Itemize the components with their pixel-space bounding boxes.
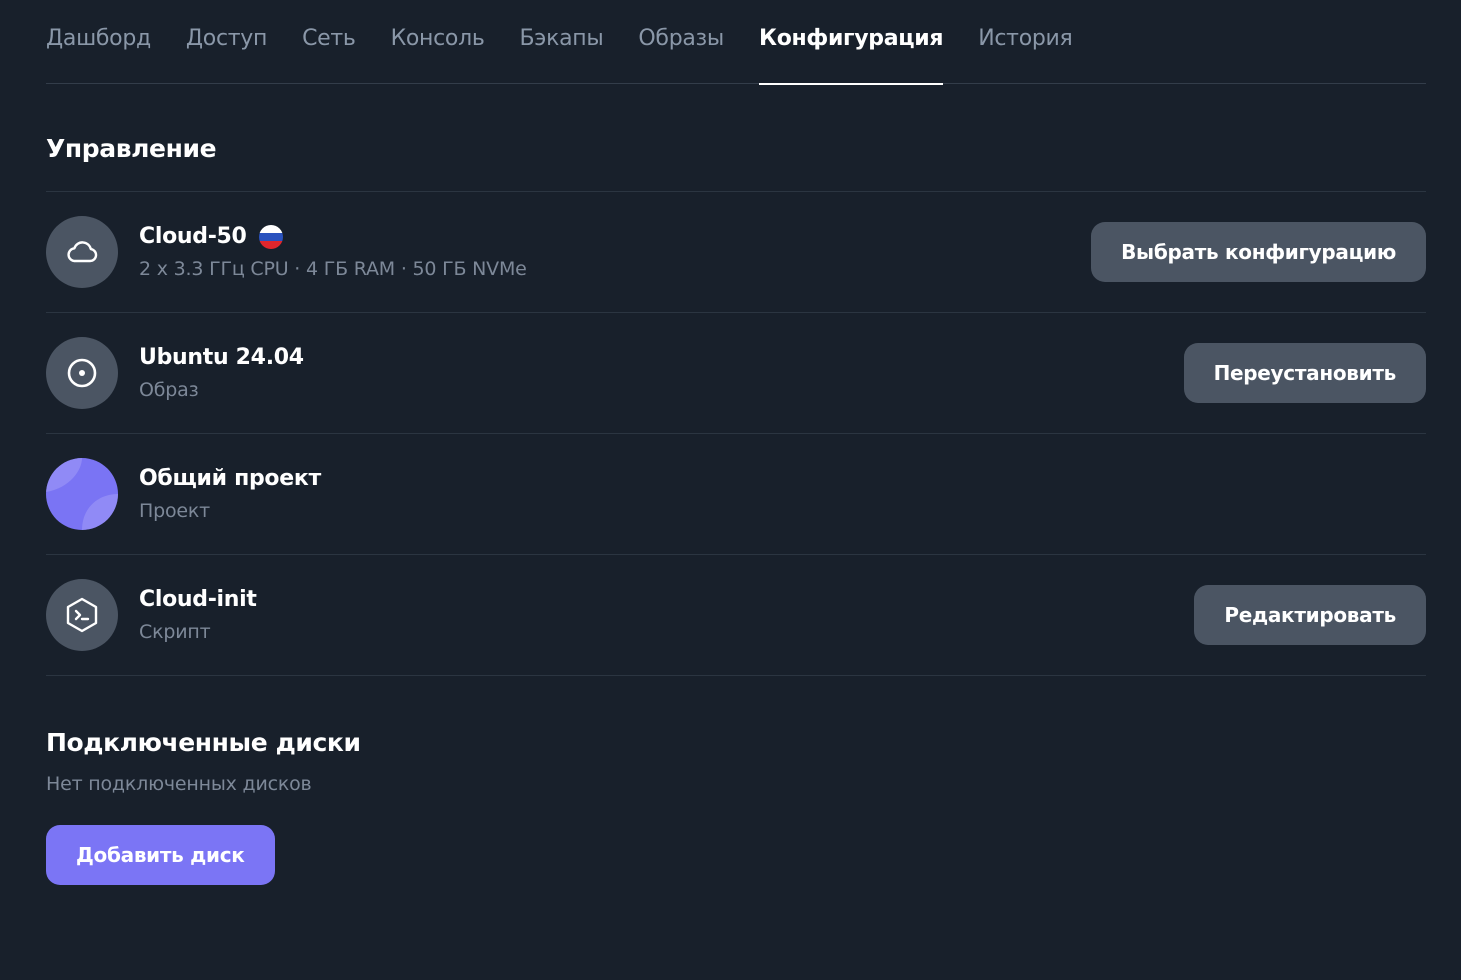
image-label: Образ: [139, 379, 199, 401]
tab-configuration[interactable]: Конфигурация: [759, 0, 944, 85]
add-disk-button[interactable]: Добавить диск: [46, 825, 275, 885]
image-title: Ubuntu 24.04: [139, 345, 304, 370]
terminal-icon: [46, 579, 118, 651]
tab-console[interactable]: Консоль: [391, 0, 485, 84]
tab-bar: Дашборд Доступ Сеть Консоль Бэкапы Образ…: [46, 0, 1426, 85]
cloud-init-info: Cloud-init Скрипт: [139, 587, 1194, 643]
cloud-init-label: Скрипт: [139, 621, 211, 643]
tab-dashboard[interactable]: Дашборд: [46, 0, 151, 84]
plan-specs: 2 x 3.3 ГГц CPU · 4 ГБ RAM · 50 ГБ NVMe: [139, 258, 527, 280]
no-disks-text: Нет подключенных дисков: [46, 773, 312, 795]
config-row-plan: Cloud-50 2 x 3.3 ГГц CPU · 4 ГБ RAM · 50…: [46, 192, 1426, 313]
disc-icon: [46, 337, 118, 409]
cloud-init-title: Cloud-init: [139, 587, 257, 612]
config-row-image: Ubuntu 24.04 Образ Переустановить: [46, 313, 1426, 434]
config-page: Дашборд Доступ Сеть Консоль Бэкапы Образ…: [0, 0, 1461, 980]
config-row-cloud-init: Cloud-init Скрипт Редактировать: [46, 555, 1426, 676]
plan-name: Cloud-50: [139, 224, 247, 249]
project-title: Общий проект: [139, 466, 321, 491]
tab-access[interactable]: Доступ: [186, 0, 267, 84]
choose-configuration-button[interactable]: Выбрать конфигурацию: [1091, 222, 1426, 282]
config-row-project: Общий проект Проект: [46, 434, 1426, 555]
tab-history[interactable]: История: [978, 0, 1073, 84]
reinstall-button[interactable]: Переустановить: [1183, 343, 1426, 403]
plan-title: Cloud-50: [139, 224, 1091, 249]
tab-network[interactable]: Сеть: [302, 0, 356, 84]
edit-button[interactable]: Редактировать: [1194, 585, 1426, 645]
project-label: Проект: [139, 500, 211, 522]
image-info: Ubuntu 24.04 Образ: [139, 345, 1184, 401]
tab-backups[interactable]: Бэкапы: [520, 0, 604, 84]
cloud-icon: [46, 216, 118, 288]
tab-images[interactable]: Образы: [638, 0, 724, 84]
project-info: Общий проект Проект: [139, 466, 1426, 522]
attached-disks-title: Подключенные диски: [46, 728, 361, 757]
management-title: Управление: [46, 84, 1426, 192]
russia-flag-icon: [258, 224, 283, 249]
project-avatar-icon: [46, 458, 118, 530]
plan-info: Cloud-50 2 x 3.3 ГГц CPU · 4 ГБ RAM · 50…: [139, 224, 1091, 280]
